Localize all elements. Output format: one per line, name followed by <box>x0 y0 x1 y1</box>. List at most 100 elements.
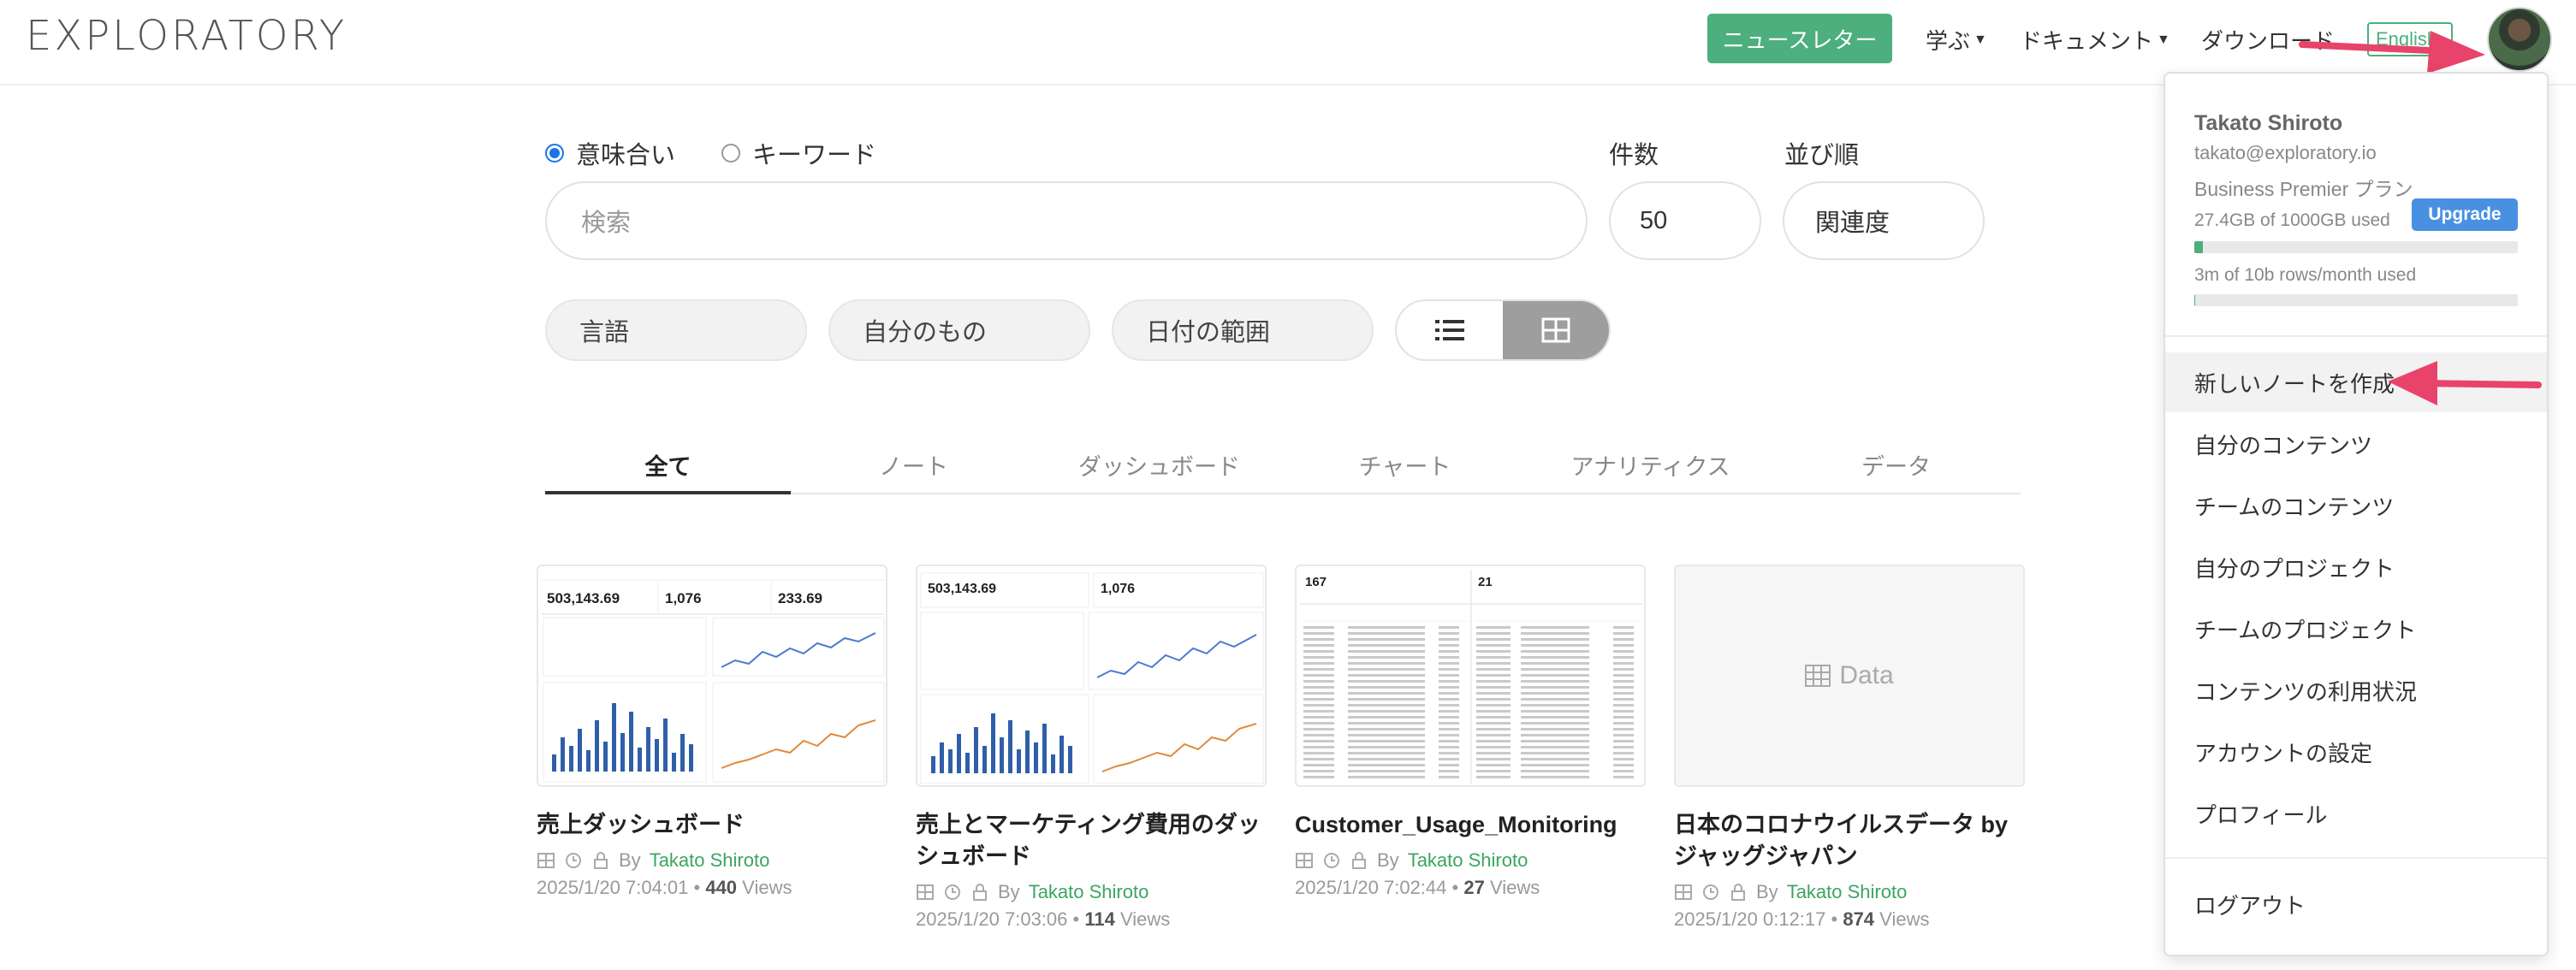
content-card[interactable]: 503,143.69 1,076 売上とマーケティング費用のダッシュボード By… <box>916 565 1267 931</box>
table-cell-mark <box>1303 710 1334 713</box>
table-cell-mark <box>1303 632 1334 635</box>
menu-item-content-usage[interactable]: コンテンツの利用状況 <box>2165 660 2547 720</box>
card-date: 2025/1/20 7:02:44 • 27 Views <box>1295 877 1540 898</box>
menu-item-my-content[interactable]: 自分のコンテンツ <box>2165 414 2547 474</box>
mode-semantic[interactable]: 意味合い <box>545 135 675 171</box>
table-cell-mark <box>1476 740 1511 742</box>
data-thumbnail[interactable]: Data <box>1674 565 2025 787</box>
table-cell-mark <box>1303 722 1334 725</box>
table-cell-mark <box>1613 716 1634 719</box>
table-cell-mark <box>1439 662 1459 665</box>
card-title[interactable]: 売上ダッシュボード <box>537 809 887 841</box>
grid-view-button[interactable] <box>1503 301 1609 359</box>
table-cell-mark <box>1476 662 1511 665</box>
mine-filter[interactable]: 自分のもの <box>828 299 1090 361</box>
table-cell-mark <box>1439 656 1459 659</box>
table-cell-mark <box>1348 686 1425 689</box>
tab-dashboards[interactable]: ダッシュボード <box>1036 438 1282 493</box>
table-cell-mark <box>1303 716 1334 719</box>
table-thumbnail[interactable]: 167 21 <box>1295 565 1646 787</box>
table-cell-mark <box>1348 626 1425 629</box>
avatar[interactable] <box>2487 7 2552 72</box>
views-count: 874 <box>1843 908 1875 930</box>
clock-icon <box>1703 884 1718 900</box>
dashboard-thumbnail[interactable]: 503,143.69 1,076 <box>916 565 1267 787</box>
content-card[interactable]: Data 日本のコロナウイルスデータ by ジャッグジャパン By Takato… <box>1674 565 2025 931</box>
table-cell-mark <box>1613 698 1634 701</box>
radio-selected-icon[interactable] <box>545 144 564 163</box>
storage-usage-fill <box>2194 241 2204 253</box>
menu-item-team-projects[interactable]: チームのプロジェクト <box>2165 599 2547 659</box>
newsletter-button[interactable]: ニュースレター <box>1707 14 1892 63</box>
table-cell-mark <box>1348 662 1425 665</box>
search-input[interactable]: 検索 <box>545 181 1588 260</box>
table-cell-mark <box>1521 716 1589 719</box>
clock-icon <box>945 884 960 900</box>
table-cell-mark <box>1613 752 1634 754</box>
table-cell-mark <box>1476 716 1511 719</box>
date-text: 2025/1/20 7:03:06 <box>916 908 1068 930</box>
views-count: 27 <box>1463 877 1485 898</box>
nav-documents[interactable]: ドキュメント ▼ <box>2020 24 2170 56</box>
card-title[interactable]: 売上とマーケティング費用のダッシュボード <box>916 809 1267 872</box>
annotation-arrow-icon <box>2388 361 2542 405</box>
menu-item-account-settings[interactable]: アカウントの設定 <box>2165 722 2547 782</box>
menu-item-team-content[interactable]: チームのコンテンツ <box>2165 476 2547 535</box>
card-meta: By Takato Shiroto <box>916 881 1267 903</box>
rows-usage-text: 3m of 10b rows/month used <box>2194 265 2417 285</box>
table-cell-mark <box>1348 764 1425 766</box>
table-cell-mark <box>1613 656 1634 659</box>
menu-item-my-projects[interactable]: 自分のプロジェクト <box>2165 537 2547 597</box>
language-filter[interactable]: 言語 <box>545 299 807 361</box>
author-link[interactable]: Takato Shiroto <box>650 849 770 872</box>
radio-unselected-icon[interactable] <box>721 144 740 163</box>
table-cell-mark <box>1476 746 1511 748</box>
content-card[interactable]: 503,143.69 1,076 233.69 売上ダッシュボード By Tak… <box>537 565 887 899</box>
card-meta: By Takato Shiroto <box>1295 849 1646 872</box>
table-cell-mark <box>1613 680 1634 683</box>
table-cell-mark <box>1303 734 1334 736</box>
menu-item-profile[interactable]: プロフィール <box>2165 784 2547 843</box>
table-cell-mark <box>1476 674 1511 677</box>
upgrade-button[interactable]: Upgrade <box>2412 198 2518 231</box>
table-cell-mark <box>1476 722 1511 725</box>
by-label: By <box>998 881 1020 902</box>
date-range-filter[interactable]: 日付の範囲 <box>1112 299 1374 361</box>
tab-charts[interactable]: チャート <box>1282 438 1528 493</box>
author-link[interactable]: Takato Shiroto <box>1787 881 1908 903</box>
table-cell-mark <box>1348 710 1425 713</box>
table-cell-mark <box>1476 698 1511 701</box>
table-cell-mark <box>1613 764 1634 766</box>
table-cell-mark <box>1521 746 1589 748</box>
nav-learn[interactable]: 学ぶ ▼ <box>1926 24 1987 56</box>
tab-notes[interactable]: ノート <box>791 438 1036 493</box>
tab-data[interactable]: データ <box>1773 438 2019 493</box>
card-title[interactable]: 日本のコロナウイルスデータ by ジャッグジャパン <box>1674 809 2025 872</box>
count-input[interactable]: 50 <box>1609 181 1761 260</box>
author-link[interactable]: Takato Shiroto <box>1408 849 1528 872</box>
chevron-down-icon: ▼ <box>1974 32 1987 47</box>
tab-analytics[interactable]: アナリティクス <box>1528 438 1773 493</box>
content-card[interactable]: 167 21 Customer_Usage_Monitoring By Taka… <box>1295 565 1646 899</box>
table-cell-mark <box>1303 698 1334 701</box>
table-cell-mark <box>1439 680 1459 683</box>
table-cell-mark <box>1613 686 1634 689</box>
sort-select[interactable]: 関連度 <box>1783 181 1985 260</box>
card-title[interactable]: Customer_Usage_Monitoring <box>1295 809 1646 841</box>
mode-keyword[interactable]: キーワード <box>721 135 876 171</box>
table-cell-mark <box>1521 686 1589 689</box>
menu-item-logout[interactable]: ログアウト <box>2165 874 2547 934</box>
table-cell-mark <box>1476 638 1511 641</box>
dashboard-thumbnail[interactable]: 503,143.69 1,076 233.69 <box>537 565 887 787</box>
logo[interactable]: EXPLORATORY <box>26 12 347 60</box>
list-view-button[interactable] <box>1397 301 1503 359</box>
menu-divider <box>2165 857 2547 859</box>
table-cell-mark <box>1303 752 1334 754</box>
table-cell-mark <box>1439 644 1459 647</box>
author-link[interactable]: Takato Shiroto <box>1029 881 1149 903</box>
tab-all[interactable]: 全て <box>545 438 791 494</box>
table-cell-mark <box>1303 740 1334 742</box>
dashboard-type-icon <box>917 884 934 900</box>
table-cell-mark <box>1303 764 1334 766</box>
table-cell-mark <box>1303 650 1334 653</box>
